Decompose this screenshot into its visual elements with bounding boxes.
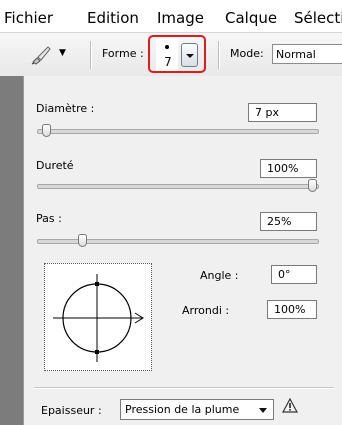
- diametre-slider-thumb[interactable]: [42, 124, 52, 137]
- forme-label: Forme :: [102, 47, 144, 60]
- diametre-slider-track[interactable]: [37, 129, 319, 134]
- diametre-label: Diamètre :: [36, 102, 95, 115]
- menu-selection[interactable]: Sélecti: [294, 9, 342, 27]
- durete-label: Dureté: [36, 159, 74, 172]
- brush-angle-preview[interactable]: [44, 263, 152, 371]
- epaisseur-select[interactable]: Pression de la plume: [120, 399, 274, 420]
- pas-field[interactable]: 25%: [260, 212, 317, 231]
- durete-slider-track[interactable]: [37, 184, 319, 189]
- triangle-down-icon[interactable]: ▼: [59, 48, 66, 58]
- angle-label: Angle :: [200, 269, 239, 282]
- panel-left-strip: [0, 76, 23, 425]
- brush-options-panel: Diamètre : 7 px Dureté 100% Pas : 25% An…: [23, 76, 342, 425]
- menu-bar: Fichier Edition Image Calque Sélecti: [0, 0, 342, 32]
- diametre-field[interactable]: 7 px: [248, 103, 317, 122]
- pas-label: Pas :: [36, 212, 62, 225]
- brush-angle-roundness-preview-icon: [53, 274, 144, 362]
- durete-slider-thumb[interactable]: [308, 179, 317, 192]
- durete-field[interactable]: 100%: [260, 159, 317, 178]
- angle-field[interactable]: 0°: [271, 265, 317, 284]
- arrondi-field[interactable]: 100%: [267, 300, 317, 319]
- menu-fichier[interactable]: Fichier: [4, 9, 53, 27]
- epaisseur-label: Epaisseur :: [41, 404, 102, 417]
- arrondi-label: Arrondi :: [182, 304, 230, 317]
- menu-calque[interactable]: Calque: [225, 9, 277, 27]
- chevron-down-icon: [259, 408, 267, 413]
- options-toolbar: ▼ Forme : 7 Mode: Normal: [0, 32, 342, 78]
- menu-image[interactable]: Image: [157, 9, 204, 27]
- highlight-annotation: [148, 35, 206, 73]
- divider: [34, 387, 334, 389]
- mode-select[interactable]: Normal: [272, 44, 342, 64]
- pas-slider-thumb[interactable]: [77, 234, 87, 247]
- warning-triangle-icon: [281, 397, 299, 414]
- mode-label: Mode:: [230, 47, 264, 60]
- epaisseur-select-value: Pression de la plume: [125, 403, 240, 416]
- toolbar-separator: [218, 41, 220, 69]
- toolbar-separator: [90, 41, 92, 69]
- brush-tool-icon[interactable]: [30, 45, 52, 65]
- menu-edition[interactable]: Edition: [87, 9, 139, 27]
